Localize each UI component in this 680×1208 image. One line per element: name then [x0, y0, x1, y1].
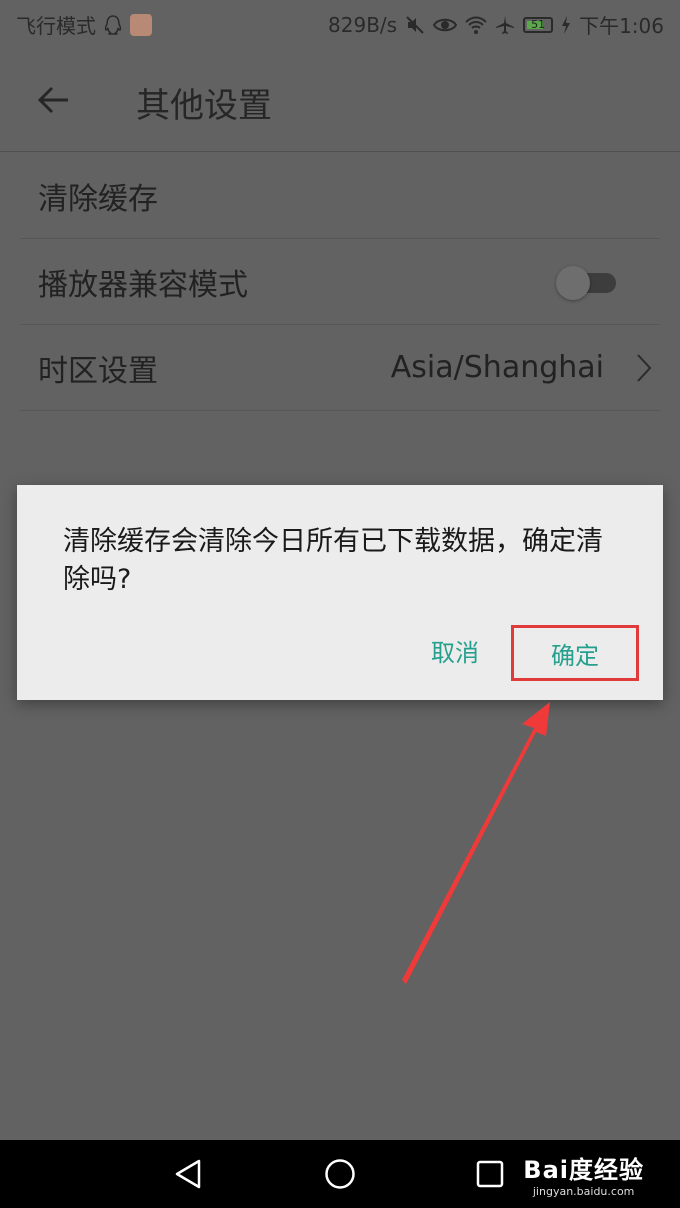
airplane-icon	[496, 15, 515, 34]
circle-home-icon	[325, 1159, 355, 1189]
cancel-button[interactable]: 取消	[431, 633, 479, 668]
watermark-sub: jingyan.baidu.com	[532, 1185, 635, 1198]
qq-icon	[104, 14, 122, 35]
airplane-mode-label: 飞行模式	[16, 14, 96, 38]
setting-clear-cache[interactable]: 清除缓存	[20, 153, 660, 239]
dialog-message: 清除缓存会清除今日所有已下载数据，确定清除吗?	[63, 526, 603, 595]
arrow-left-icon	[38, 86, 68, 114]
nav-recent-button[interactable]	[470, 1154, 510, 1194]
toggle-thumb	[556, 266, 590, 300]
chevron-right-icon	[637, 354, 652, 382]
app-bar: 其他设置	[0, 48, 680, 152]
nav-home-button[interactable]	[320, 1154, 360, 1194]
baidu-jingyan-watermark: Bai度经验 jingyan.baidu.com	[523, 1150, 644, 1198]
square-recent-icon	[476, 1160, 504, 1188]
eye-icon	[433, 18, 458, 31]
network-speed: 829B/s	[328, 12, 398, 37]
setting-player-compat-label: 播放器兼容模式	[38, 267, 248, 303]
charging-icon	[562, 15, 571, 34]
confirm-button-label: 确定	[551, 641, 599, 670]
navigation-bar: Bai度经验 jingyan.baidu.com	[0, 1140, 680, 1208]
back-button[interactable]	[30, 76, 78, 124]
triangle-back-icon	[175, 1159, 201, 1189]
timezone-value: Asia/Shanghai	[390, 350, 604, 385]
mute-icon	[406, 15, 424, 34]
battery-icon: 51	[523, 16, 554, 33]
battery-level: 51	[531, 18, 546, 31]
app-notification-icon	[130, 13, 152, 36]
clock: 下午1:06	[579, 14, 664, 38]
annotation-arrow	[402, 702, 550, 984]
watermark-main: Bai度经验	[523, 1156, 644, 1184]
settings-list: 清除缓存 播放器兼容模式 时区设置 Asia/Shanghai	[0, 153, 680, 411]
player-compat-toggle[interactable]	[556, 266, 618, 300]
nav-back-button[interactable]	[168, 1154, 208, 1194]
status-bar: 飞行模式 829B/s 51 下午1:06	[0, 0, 680, 48]
setting-player-compat[interactable]: 播放器兼容模式	[20, 239, 660, 325]
setting-timezone-label: 时区设置	[38, 353, 158, 389]
setting-clear-cache-label: 清除缓存	[38, 181, 158, 217]
confirm-button[interactable]: 确定	[511, 625, 639, 681]
wifi-icon	[465, 16, 487, 34]
clear-cache-dialog: 清除缓存会清除今日所有已下载数据，确定清除吗? 取消 确定	[17, 485, 663, 700]
page-title: 其他设置	[136, 86, 272, 126]
setting-timezone[interactable]: 时区设置 Asia/Shanghai	[20, 325, 660, 411]
